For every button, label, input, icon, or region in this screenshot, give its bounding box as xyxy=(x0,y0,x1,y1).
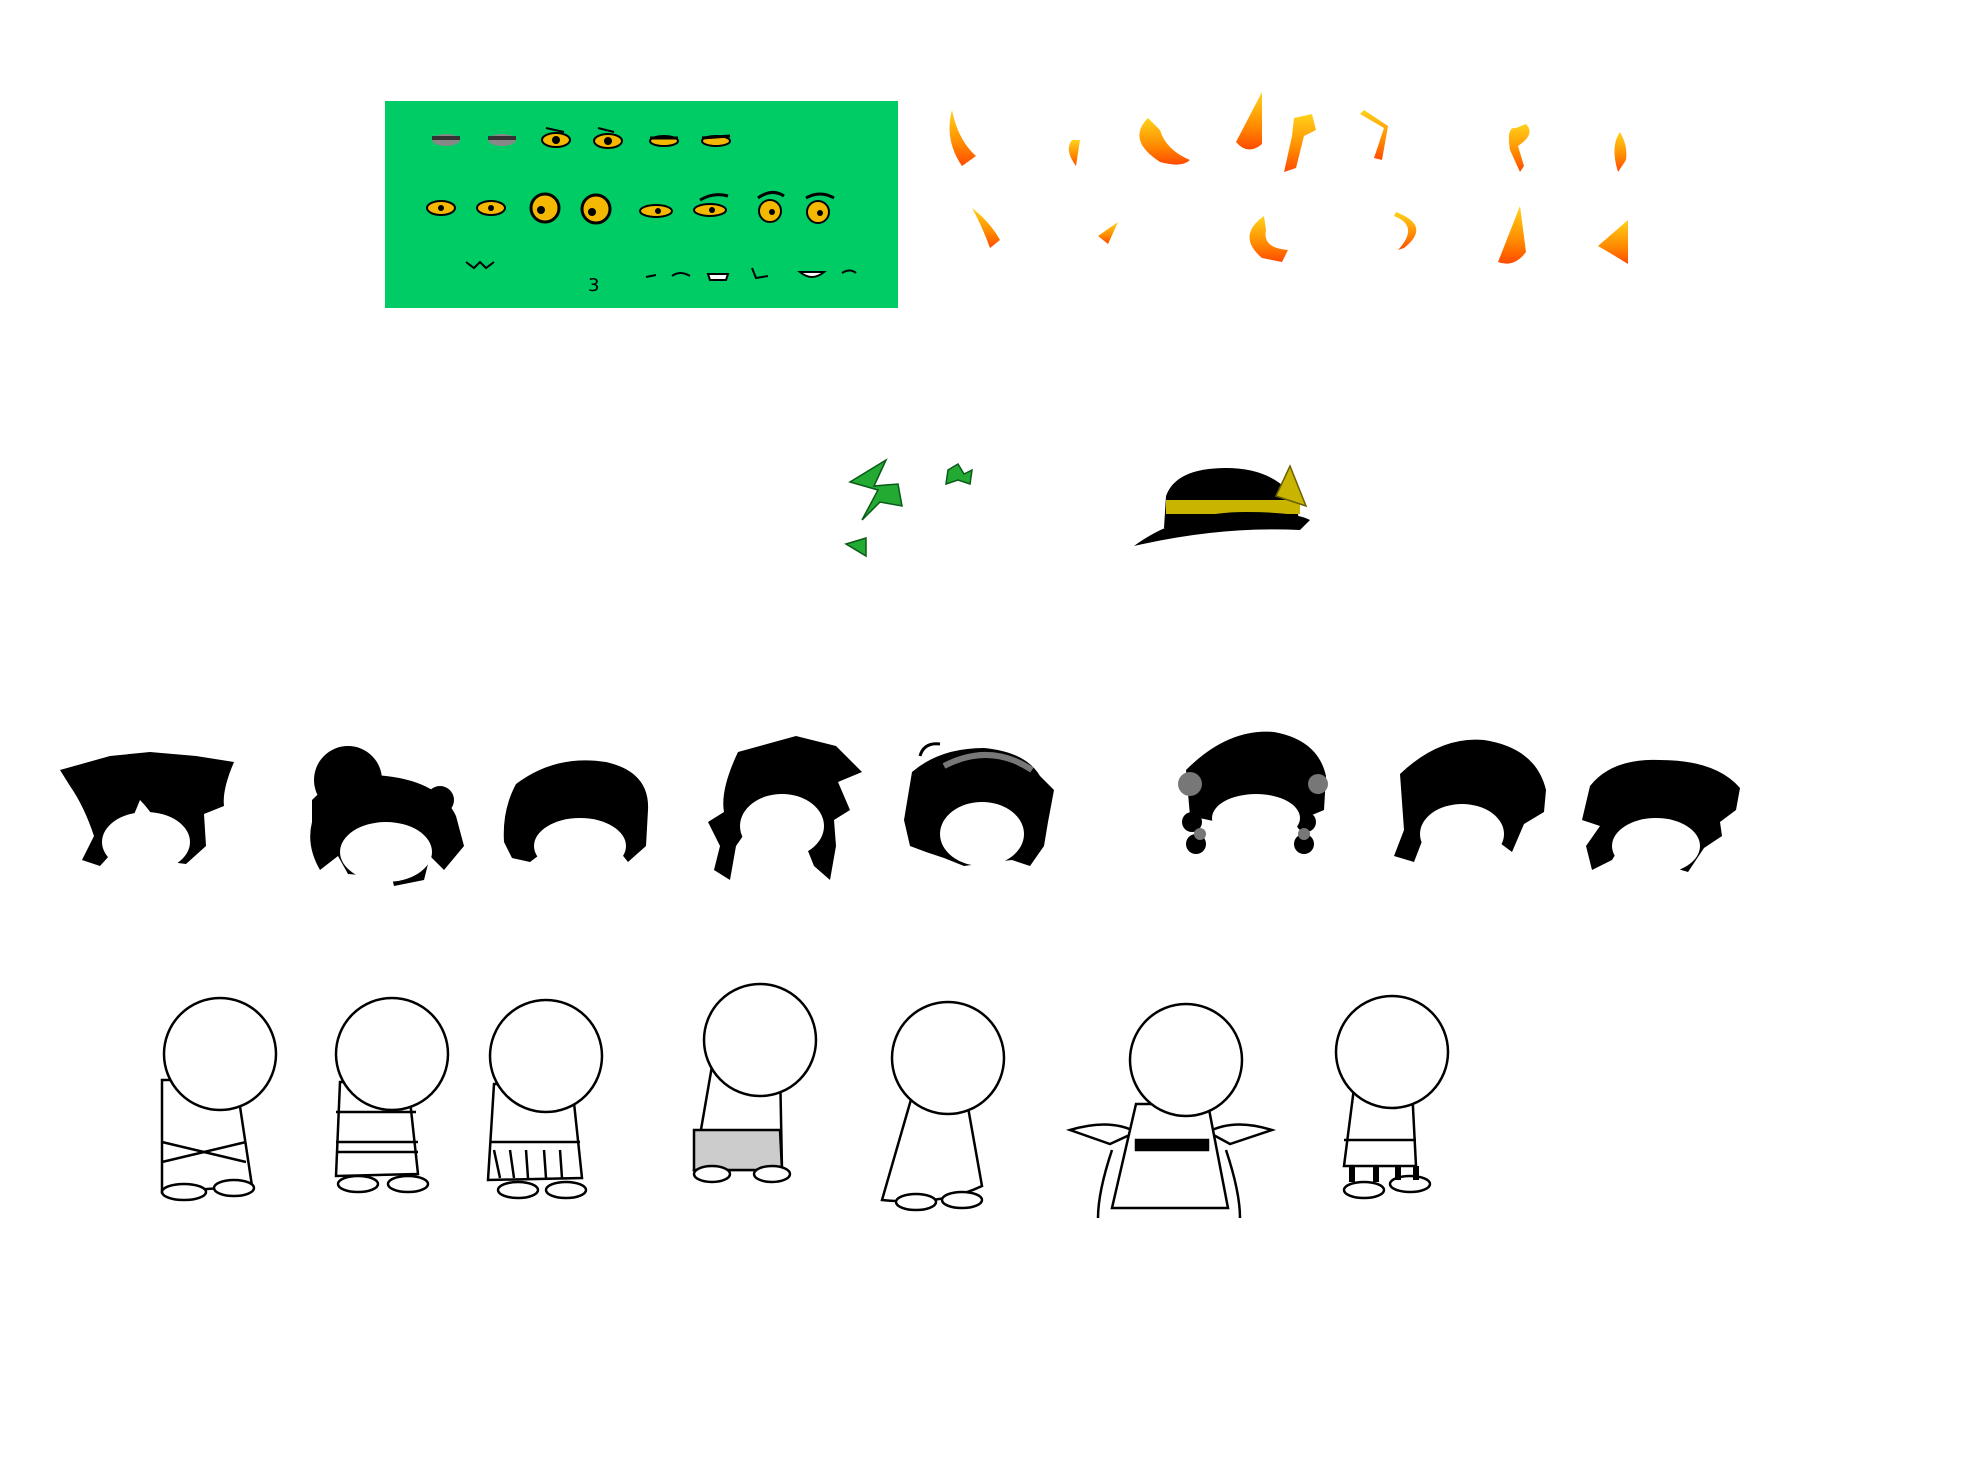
face-parts-panel: 3 xyxy=(385,101,898,308)
closed-eye xyxy=(432,134,460,146)
horn-left-1 xyxy=(949,110,976,166)
hair-style-3 xyxy=(503,760,649,874)
open-eye xyxy=(426,200,456,216)
horn-left-4 xyxy=(1236,92,1262,150)
hair-style-1 xyxy=(60,752,234,872)
horn-right-1 xyxy=(972,208,1000,248)
wide-eye xyxy=(529,192,561,224)
horn-right-3 xyxy=(1249,216,1288,262)
sprite-sheet-canvas: 3 xyxy=(60,92,1740,1219)
hair-style-4 xyxy=(708,736,862,880)
hair-style-2 xyxy=(310,746,464,886)
bow-right xyxy=(945,462,973,486)
label-three: 3 xyxy=(588,275,599,296)
green-bows xyxy=(844,458,973,558)
body-5 xyxy=(880,1000,1006,1212)
hat xyxy=(1134,464,1310,546)
body-3 xyxy=(486,998,604,1200)
hair-bow-right xyxy=(1308,774,1328,794)
horn-right-4 xyxy=(1394,212,1417,250)
body-1 xyxy=(160,996,278,1202)
hair-style-6 xyxy=(1178,731,1328,854)
wide-eye xyxy=(580,193,612,225)
hair-style-8 xyxy=(1582,759,1740,874)
bodies-row xyxy=(160,982,1450,1219)
teeth-mouth xyxy=(706,273,730,281)
body-6 xyxy=(1065,1002,1277,1219)
body-7 xyxy=(1334,994,1450,1200)
hair-style-7 xyxy=(1394,739,1546,864)
hair-style-5 xyxy=(904,742,1054,866)
body-2 xyxy=(334,996,450,1194)
horn-left-7 xyxy=(1508,124,1530,172)
horns-group xyxy=(949,92,1628,264)
bow-large xyxy=(848,458,903,521)
hat-brim xyxy=(1134,512,1310,546)
hair-styles-row xyxy=(60,731,1740,886)
open-eye xyxy=(476,200,506,216)
horn-left-2 xyxy=(1068,140,1080,166)
narrow-eye xyxy=(639,204,673,218)
closed-eye xyxy=(488,134,516,146)
bow-small xyxy=(844,536,867,558)
horn-right-5 xyxy=(1498,206,1526,264)
half-eye xyxy=(649,135,679,147)
hat-band xyxy=(1166,500,1300,514)
body-4 xyxy=(692,982,818,1184)
horn-left-5 xyxy=(1284,114,1316,172)
horn-left-3 xyxy=(1139,118,1190,165)
half-eye xyxy=(701,134,731,147)
hair-bow-left xyxy=(1178,772,1202,796)
horn-right-2 xyxy=(1098,222,1118,244)
horn-left-6 xyxy=(1360,110,1388,160)
horn-left-8 xyxy=(1614,132,1627,172)
horn-right-6 xyxy=(1598,220,1628,264)
